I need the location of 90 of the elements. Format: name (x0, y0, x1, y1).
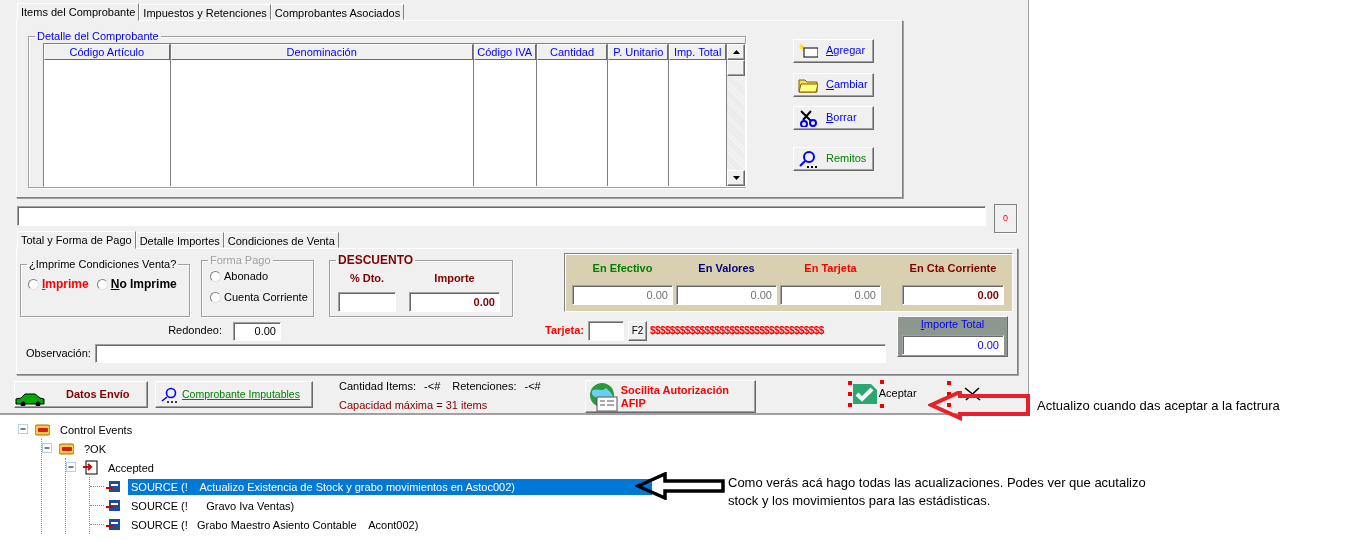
tab[interactable]: Detalle Importes (135, 232, 224, 248)
field-label: Tarjeta: (544, 324, 584, 338)
input-field[interactable] (338, 292, 396, 312)
group-label: ¿Imprime Condiciones Venta? (28, 259, 178, 270)
annotation-text: Como verás acá hago todas las acualizaciones. Podes ver que acutalizo stock y los movimientos para las estádisticas. (728, 474, 1147, 510)
input-field[interactable]: 0.00 (780, 285, 881, 305)
payment-label: En Valores (698, 262, 755, 276)
input-field[interactable] (17, 206, 986, 226)
tree-item[interactable]: ?OK (81, 440, 109, 457)
code-icon (106, 498, 121, 513)
tab[interactable]: Items del Comprobante (17, 3, 140, 21)
tree-item[interactable]: SOURCE (! Gravo Iva Ventas) (128, 497, 652, 514)
radio-indicator[interactable] (96, 278, 108, 290)
folder-icon (35, 422, 50, 437)
accept-button[interactable]: Aceptar (852, 380, 917, 408)
expander-icon[interactable] (66, 462, 77, 473)
field-label: Observación: (26, 346, 91, 361)
tree-item[interactable]: Control Events (57, 421, 136, 438)
tab[interactable]: Condiciones de Venta (223, 232, 339, 248)
search-icon (798, 150, 818, 168)
input-field[interactable] (588, 321, 624, 341)
input-field[interactable]: 0.00 (572, 285, 673, 305)
column-header[interactable]: Cantidad (536, 44, 608, 60)
field-value: -<# (524, 380, 541, 394)
toolbar-button[interactable]: Cambiar (793, 73, 874, 97)
field-label: % Dto. (349, 272, 385, 286)
event-icon (83, 460, 98, 475)
column-header[interactable]: P. Unitario (608, 44, 669, 60)
scrollbar[interactable] (727, 44, 745, 186)
counter-badge: 0 (994, 204, 1017, 233)
group-label: Forma Pago (209, 255, 272, 266)
field-label: Redondeo: (167, 324, 222, 338)
selection-handle-icon (946, 381, 951, 409)
arrow-icon (635, 472, 727, 500)
field-label: Importe (434, 272, 475, 286)
group-label: Detalle del Comprobante (36, 31, 160, 42)
search-icon (159, 386, 179, 403)
radio-button[interactable]: No Imprime (96, 277, 177, 292)
code-icon (106, 479, 121, 494)
imputables-button[interactable]: Comprobante Imputables (155, 381, 313, 408)
column-header[interactable]: Código IVA (473, 44, 536, 60)
close-icon (962, 387, 983, 401)
globe-document-icon (587, 381, 618, 412)
scroll-thumb[interactable] (727, 60, 745, 76)
new-item-icon (798, 42, 818, 60)
car-icon (15, 391, 45, 406)
tree-item[interactable]: Accepted (105, 459, 157, 476)
input-field[interactable]: 0.00 (233, 321, 281, 341)
field-value: -<# (424, 380, 441, 394)
annotation-text: Actualizo cuando das aceptar a la factrura (1037, 397, 1280, 415)
column-header[interactable]: Imp. Total (669, 44, 727, 60)
card-mask-text: $$$$$$$$$$$$$$$$$$$$$$$$$$$$$$$$$$$ (650, 325, 824, 337)
scroll-down-icon (732, 176, 740, 180)
payment-label: En Cta Corriente (909, 262, 997, 276)
input-field[interactable]: 0.00 (676, 285, 777, 305)
field-label: Importe Total (919, 318, 986, 332)
scissors-icon (798, 109, 818, 127)
input-field[interactable]: 0.00 (902, 335, 1004, 355)
arrow-icon (928, 391, 1033, 421)
radio-button[interactable]: Imprime (28, 277, 89, 292)
tree-item[interactable]: SOURCE (! Grabo Maestro Asiento Contable Acont002) (128, 516, 652, 533)
column-header[interactable]: Código Artículo (44, 44, 170, 60)
selection-handle-icon (847, 380, 853, 408)
folder-icon (59, 441, 74, 456)
field-label: Retenciones: (452, 380, 517, 394)
folder-icon (798, 76, 818, 94)
scroll-up-icon (732, 50, 740, 54)
group-label: DESCUENTO (337, 255, 415, 266)
expander-icon[interactable] (18, 424, 29, 435)
expander-icon[interactable] (42, 443, 53, 454)
tab[interactable]: Impuestos y Retenciones (139, 4, 271, 20)
key-button[interactable]: F2 (628, 321, 647, 341)
toolbar-button[interactable]: Agregar (793, 39, 874, 63)
payment-label: En Efectivo (592, 262, 653, 276)
toolbar-button[interactable]: Borrar (793, 106, 874, 130)
field-label: Cantidad Items: (339, 380, 417, 394)
radio-indicator[interactable] (28, 278, 39, 290)
afip-button[interactable]: Socilita Autorización AFIP (584, 380, 756, 413)
payment-label: En Tarjeta (804, 262, 857, 276)
capacity-text: Capacidad máxima = 31 items (339, 399, 489, 413)
toolbar-button[interactable]: Remitos (793, 147, 874, 171)
tab[interactable]: Total y Forma de Pago (17, 231, 136, 249)
check-icon (852, 383, 878, 405)
input-field[interactable]: 0.00 (409, 292, 500, 312)
input-field[interactable]: 0.00 (902, 285, 1004, 305)
tree-item[interactable]: SOURCE (! Actualizo Existencia de Stock y grabo movimientos en Astoc002) (128, 478, 652, 495)
tab[interactable]: Comprobantes Asociados (270, 4, 405, 20)
column-header[interactable]: Denominación (170, 44, 473, 60)
shipping-button[interactable]: Datos Envío (14, 381, 148, 408)
input-field[interactable] (94, 344, 886, 363)
